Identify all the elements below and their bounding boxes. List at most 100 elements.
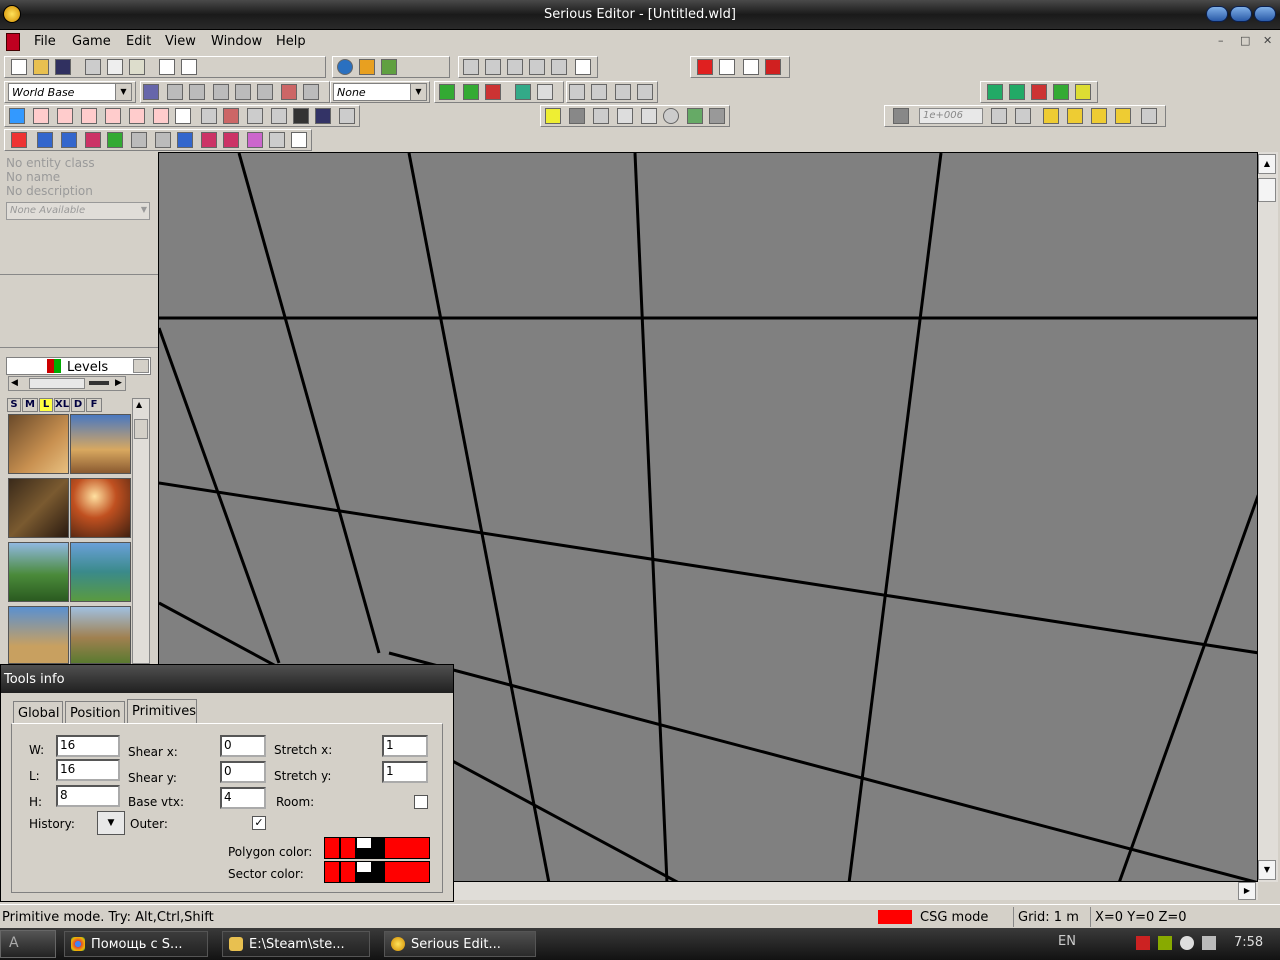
scroll-left-icon[interactable]: ◀ xyxy=(11,378,18,388)
tray-steam-icon[interactable] xyxy=(1180,936,1194,950)
entity-icon[interactable] xyxy=(359,59,375,75)
select-cube-icon[interactable] xyxy=(175,108,191,124)
zoom-5-icon[interactable] xyxy=(1091,108,1107,124)
entity-12-icon[interactable] xyxy=(291,132,307,148)
csg-wand-icon[interactable] xyxy=(303,84,319,100)
render-3-icon[interactable] xyxy=(1031,84,1047,100)
select-entity-icon[interactable] xyxy=(129,108,145,124)
picture-icon[interactable] xyxy=(381,59,397,75)
layer-4-icon[interactable] xyxy=(515,84,531,100)
scroll-thumb[interactable] xyxy=(29,378,85,389)
entity-1-icon[interactable] xyxy=(37,132,53,148)
context-help-icon[interactable] xyxy=(181,59,197,75)
csg-room-icon[interactable] xyxy=(235,84,251,100)
view-5-icon[interactable] xyxy=(551,59,567,75)
prim-1-icon[interactable] xyxy=(545,108,561,124)
size-d[interactable]: D xyxy=(71,398,85,412)
entity-5-icon[interactable] xyxy=(131,132,147,148)
texture-icon[interactable] xyxy=(765,59,781,75)
zoom-4-icon[interactable] xyxy=(1067,108,1083,124)
save-icon[interactable] xyxy=(55,59,71,75)
entity-3-icon[interactable] xyxy=(85,132,101,148)
render-2-icon[interactable] xyxy=(1009,84,1025,100)
camera-icon[interactable] xyxy=(293,108,309,124)
w-input[interactable]: 16 xyxy=(56,735,120,757)
select-sector-icon[interactable] xyxy=(153,108,169,124)
csg-mirror-icon[interactable] xyxy=(257,84,273,100)
zoom-1-icon[interactable] xyxy=(991,108,1007,124)
shear-x-input[interactable]: 0 xyxy=(220,735,266,757)
open-file-icon[interactable] xyxy=(33,59,49,75)
size-s[interactable]: S xyxy=(7,398,21,412)
select-grid-icon[interactable] xyxy=(9,108,25,124)
level-thumbnail[interactable] xyxy=(8,478,69,538)
view-1-icon[interactable] xyxy=(463,59,479,75)
levels-options-icon[interactable] xyxy=(133,359,149,373)
align-2-icon[interactable] xyxy=(591,84,607,100)
history-dropdown[interactable]: ▼ xyxy=(97,811,125,835)
menu-help[interactable]: Help xyxy=(276,34,306,49)
zoom-6-icon[interactable] xyxy=(1115,108,1131,124)
view-2-icon[interactable] xyxy=(485,59,501,75)
tray-app-icon[interactable] xyxy=(1158,936,1172,950)
cut-icon[interactable] xyxy=(85,59,101,75)
csg-sub-icon[interactable] xyxy=(167,84,183,100)
tool-3-icon[interactable] xyxy=(247,108,263,124)
size-l[interactable]: L xyxy=(39,398,53,412)
h-input[interactable]: 8 xyxy=(56,785,120,807)
mdi-minimize-icon[interactable]: – xyxy=(1218,34,1224,47)
globe-icon[interactable] xyxy=(337,59,353,75)
tool-2-icon[interactable] xyxy=(223,108,239,124)
prim-8-icon[interactable] xyxy=(709,108,725,124)
render-4-icon[interactable] xyxy=(1053,84,1069,100)
l-input[interactable]: 16 xyxy=(56,759,120,781)
entity-9-icon[interactable] xyxy=(223,132,239,148)
menu-edit[interactable]: Edit xyxy=(126,34,151,49)
layer-1-icon[interactable] xyxy=(439,84,455,100)
scroll-down-icon[interactable]: ▼ xyxy=(1258,860,1276,880)
mdi-close-icon[interactable]: ✕ xyxy=(1263,34,1272,47)
scroll-right-icon[interactable]: ▶ xyxy=(1238,882,1256,900)
red-entity-icon[interactable] xyxy=(697,59,713,75)
menu-view[interactable]: View xyxy=(165,34,196,49)
zoom-7-icon[interactable] xyxy=(1141,108,1157,124)
document-icon[interactable] xyxy=(6,33,20,51)
view-3-icon[interactable] xyxy=(507,59,523,75)
tray-antivirus-icon[interactable] xyxy=(1136,936,1150,950)
align-4-icon[interactable] xyxy=(637,84,653,100)
entity-2-icon[interactable] xyxy=(61,132,77,148)
size-xl[interactable]: XL xyxy=(54,398,70,412)
screen-icon[interactable] xyxy=(315,108,331,124)
scroll-up-icon[interactable]: ▲ xyxy=(1258,154,1276,174)
view-4-icon[interactable] xyxy=(529,59,545,75)
sector-color-swatch[interactable] xyxy=(324,861,430,883)
zoom-2-icon[interactable] xyxy=(1015,108,1031,124)
task-explorer[interactable]: E:\Steam\ste... xyxy=(222,931,370,957)
csg-tool-icon[interactable] xyxy=(281,84,297,100)
level-thumbnail[interactable] xyxy=(8,606,69,664)
snap-icon[interactable] xyxy=(719,59,735,75)
tab-position[interactable]: Position xyxy=(65,701,125,723)
base-vtx-input[interactable]: 4 xyxy=(220,787,266,809)
minimize-icon[interactable] xyxy=(1206,6,1228,22)
start-button[interactable]: A xyxy=(0,930,56,958)
level-thumbnail[interactable] xyxy=(8,414,69,474)
scroll-thumb[interactable] xyxy=(134,419,148,439)
tab-global[interactable]: Global xyxy=(13,701,63,723)
new-file-icon[interactable] xyxy=(11,59,27,75)
view-grid-icon[interactable] xyxy=(575,59,591,75)
paste-icon[interactable] xyxy=(129,59,145,75)
entity-8-icon[interactable] xyxy=(201,132,217,148)
task-serious-editor[interactable]: Serious Edit... xyxy=(384,931,536,957)
align-1-icon[interactable] xyxy=(569,84,585,100)
vertical-scrollbar[interactable]: ▲ ▼ xyxy=(1258,152,1278,882)
level-thumbnail[interactable] xyxy=(70,542,131,602)
layer-3-icon[interactable] xyxy=(485,84,501,100)
level-thumbnail[interactable] xyxy=(70,414,131,474)
entity-6-icon[interactable] xyxy=(155,132,171,148)
level-thumbnail[interactable] xyxy=(70,606,131,664)
language-indicator[interactable]: EN xyxy=(1058,934,1076,949)
none-combo[interactable]: None ▼ xyxy=(333,83,427,101)
zoom-tool-icon[interactable] xyxy=(893,108,909,124)
prim-6-icon[interactable] xyxy=(663,108,679,124)
